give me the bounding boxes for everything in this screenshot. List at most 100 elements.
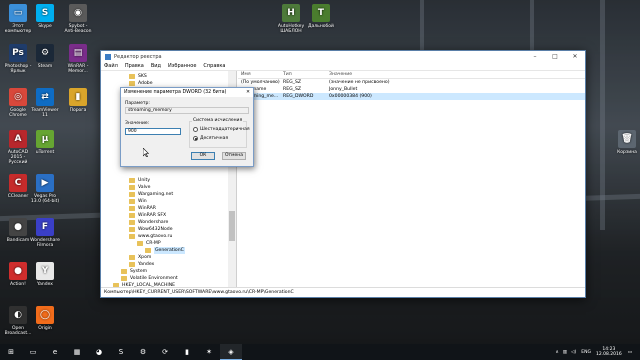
desktop-icon[interactable]: S Skype bbox=[30, 4, 60, 29]
network-icon[interactable]: ▥ bbox=[563, 350, 567, 355]
tree-item[interactable]: WinRAR SFX bbox=[129, 212, 166, 219]
tree-item[interactable]: Wow6432Node bbox=[129, 226, 173, 233]
minimize-button[interactable]: – bbox=[525, 51, 545, 62]
menu-favorites[interactable]: Избранное bbox=[168, 63, 196, 69]
desktop-icon[interactable]: ⇄ TeamViewer 11 bbox=[30, 88, 60, 118]
cancel-button[interactable]: Отмена bbox=[222, 152, 246, 160]
desktop-icon-label: Этот компьютер bbox=[4, 24, 32, 34]
desktop-icon[interactable]: F Wondershare Filmora bbox=[30, 218, 60, 248]
window-titlebar[interactable]: Редактор реестра – □ ✕ bbox=[101, 51, 585, 62]
tray-arrow-icon[interactable]: ∧ bbox=[555, 350, 558, 355]
desktop-icon[interactable]: ◎ Google Chrome bbox=[3, 88, 33, 118]
chrome-icon[interactable]: ◕ bbox=[88, 344, 110, 360]
value-input[interactable]: 900 bbox=[125, 128, 181, 135]
notifications-icon[interactable]: ▭ bbox=[628, 350, 632, 355]
maximize-button[interactable]: □ bbox=[545, 51, 565, 62]
sync-icon[interactable]: ⟳ bbox=[154, 344, 176, 360]
folder-icon: ▮ bbox=[69, 88, 87, 106]
steam-icon[interactable]: ⚙ bbox=[132, 344, 154, 360]
volume-icon[interactable]: ◁) bbox=[571, 350, 576, 355]
teamviewer-icon: ⇄ bbox=[36, 88, 54, 106]
tree-item-label: Unity bbox=[138, 178, 151, 183]
desktop-icon[interactable]: ● Bandicam bbox=[3, 218, 33, 243]
computer-icon: ▭ bbox=[9, 4, 27, 22]
value-row[interactable]: user_nameREG_SZJonny_Bullet bbox=[238, 86, 585, 93]
desktop-icon[interactable]: A AutoCAD 2015 - Русский bbox=[3, 130, 33, 165]
dec-radio[interactable]: Десятичная bbox=[193, 136, 228, 141]
tree-item[interactable]: SKS bbox=[129, 73, 147, 80]
folder-icon bbox=[129, 178, 135, 183]
edge-icon[interactable]: e bbox=[44, 344, 66, 360]
dialog-titlebar[interactable]: Изменение параметра DWORD (32 бита) ✕ bbox=[121, 88, 253, 97]
desktop-icon[interactable]: Ps Photoshop - Ярлык bbox=[3, 44, 33, 74]
status-bar: Компьютер\HKEY_CURRENT_USER\SOFTWARE\www… bbox=[101, 287, 585, 297]
tree-item[interactable]: WinRAR bbox=[129, 205, 156, 212]
desktop-icon[interactable]: ▮ Порога bbox=[63, 88, 93, 113]
desktop-icon[interactable]: ⚙ Steam bbox=[30, 44, 60, 69]
desktop-icon[interactable]: ◐ Open Broadcast... bbox=[3, 306, 33, 336]
menu-file[interactable]: Файл bbox=[104, 63, 118, 69]
autohotkey-icon[interactable]: ▮ bbox=[176, 344, 198, 360]
tree-item[interactable]: Yandex bbox=[129, 261, 154, 268]
folder-icon bbox=[129, 185, 135, 190]
value-row[interactable]: streaming_me... REG_DWORD 0x00000384 (900) bbox=[238, 93, 585, 100]
clock[interactable]: 14:23 12.08.2016 bbox=[596, 347, 622, 357]
base-groupbox: Система исчисления Шестнадцатеричная Дес… bbox=[189, 118, 250, 148]
menu-help[interactable]: Справка bbox=[203, 63, 225, 69]
desktop-icon[interactable]: µ uTorrent bbox=[30, 130, 60, 155]
explorer-icon[interactable]: ▦ bbox=[66, 344, 88, 360]
values-pane: Имя Тип Значение (По умолчанию) REG_SZ (зн… bbox=[238, 71, 585, 288]
folder-icon bbox=[129, 255, 135, 260]
folder-icon bbox=[129, 227, 135, 232]
tree-item-label: WinRAR bbox=[138, 206, 156, 211]
language-indicator[interactable]: ENG bbox=[581, 350, 591, 355]
yandex-icon[interactable]: ✶ bbox=[198, 344, 220, 360]
desktop-icon[interactable]: ▶ Vegas Pro 13.0 (64-bit) bbox=[30, 174, 60, 204]
tree-item[interactable]: www.gtaovo.ru bbox=[129, 233, 172, 240]
start-button[interactable]: ⊞ bbox=[0, 344, 22, 360]
value-row[interactable]: (По умолчанию) REG_SZ (значение не присвое… bbox=[238, 79, 585, 86]
tree-item[interactable]: GenerationC bbox=[145, 247, 185, 254]
autocad-icon: A bbox=[9, 130, 27, 148]
desktop-icon[interactable]: T Дальнобой bbox=[306, 4, 336, 29]
hex-radio-dot[interactable] bbox=[193, 127, 198, 132]
task-view-icon[interactable]: ▭ bbox=[22, 344, 44, 360]
tree-item[interactable]: Win bbox=[129, 198, 147, 205]
desktop-icon[interactable]: ◉ Spybot - Anti-Beacon bbox=[63, 4, 93, 34]
tree-item-label: System bbox=[130, 269, 148, 274]
tree-item[interactable]: Wondershare bbox=[129, 219, 168, 226]
tree-item[interactable]: Wargaming.net bbox=[129, 191, 173, 198]
tree-item[interactable]: Unity bbox=[129, 177, 150, 184]
desktop-icon[interactable]: Y Yandex bbox=[30, 262, 60, 287]
tree-item[interactable]: CR-MP bbox=[137, 240, 161, 247]
column-type[interactable]: Тип bbox=[283, 71, 329, 78]
tree-item-label: WinRAR SFX bbox=[138, 213, 167, 218]
tree-item[interactable]: Valve bbox=[129, 184, 150, 191]
tree-item[interactable]: System bbox=[121, 268, 147, 275]
menu-edit[interactable]: Правка bbox=[125, 63, 144, 69]
column-name[interactable]: Имя bbox=[238, 71, 283, 78]
regedit-icon[interactable]: ◈ bbox=[220, 344, 242, 360]
tree-item[interactable]: Volatile Environment bbox=[121, 275, 178, 282]
skype-icon[interactable]: S bbox=[110, 344, 132, 360]
scrollbar-thumb[interactable] bbox=[229, 211, 235, 241]
desktop-icon[interactable]: ▤ WinRAR - Memor... bbox=[63, 44, 93, 74]
dec-radio-dot[interactable] bbox=[193, 136, 198, 141]
column-data[interactable]: Значение bbox=[329, 71, 585, 78]
tree-item[interactable]: Xpom bbox=[129, 254, 151, 261]
dialog-close-button[interactable]: ✕ bbox=[243, 88, 253, 97]
system-tray: ∧ ▥ ◁) ENG 14:23 12.08.2016 ▭ bbox=[555, 344, 632, 360]
window-title: Редактор реестра bbox=[114, 53, 162, 60]
desktop-icon[interactable]: ● Action! bbox=[3, 262, 33, 287]
desktop-icon[interactable]: H AutoHotkey ШАБЛОН bbox=[276, 4, 306, 34]
desktop-icon[interactable]: 🗑 Корзина bbox=[612, 130, 640, 155]
hex-radio[interactable]: Шестнадцатеричная bbox=[193, 127, 250, 132]
desktop-icon[interactable]: C CCleaner bbox=[3, 174, 33, 199]
ok-button[interactable]: ОК bbox=[191, 152, 215, 160]
menu-view[interactable]: Вид bbox=[151, 63, 161, 69]
close-button[interactable]: ✕ bbox=[565, 51, 585, 62]
tree-item[interactable]: Adobe bbox=[129, 80, 153, 87]
desktop-icon[interactable]: ◯ Origin bbox=[30, 306, 60, 331]
desktop-icon[interactable]: ▭ Этот компьютер bbox=[3, 4, 33, 34]
folder-icon bbox=[129, 206, 135, 211]
